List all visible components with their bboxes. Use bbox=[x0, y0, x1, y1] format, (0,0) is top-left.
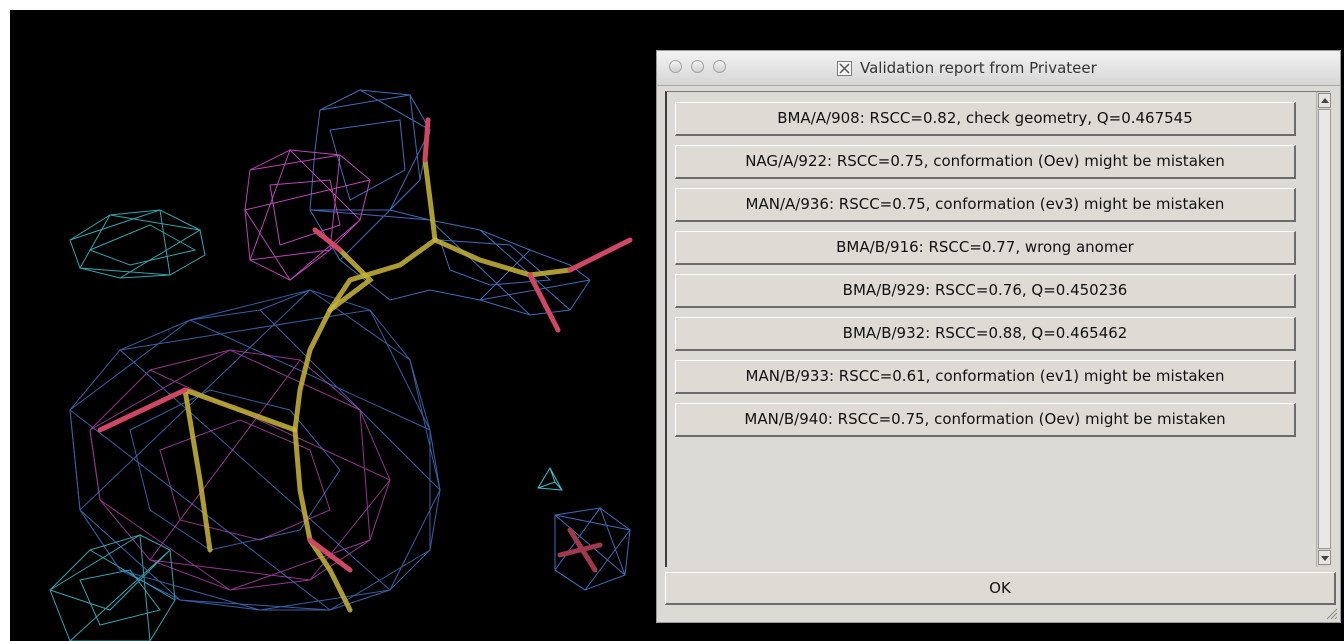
scroll-down-arrow-icon[interactable] bbox=[1318, 550, 1331, 565]
report-item-button[interactable]: MAN/B/933: RSCC=0.61, conformation (ev1)… bbox=[675, 360, 1296, 394]
report-item-button[interactable]: BMA/B/932: RSCC=0.88, Q=0.465462 bbox=[675, 317, 1296, 351]
zoom-button[interactable] bbox=[713, 60, 726, 73]
scroll-up-arrow-icon[interactable] bbox=[1318, 93, 1331, 108]
molecule-bonds bbox=[97, 117, 633, 613]
report-item-button[interactable]: BMA/A/908: RSCC=0.82, check geometry, Q=… bbox=[675, 102, 1296, 136]
report-list: BMA/A/908: RSCC=0.82, check geometry, Q=… bbox=[665, 91, 1331, 567]
vertical-scrollbar[interactable] bbox=[1316, 92, 1331, 567]
density-mesh bbox=[49, 89, 631, 641]
dialog-title: Validation report from Privateer bbox=[860, 59, 1097, 77]
scrollbar-thumb[interactable] bbox=[1318, 109, 1331, 549]
close-button[interactable] bbox=[669, 60, 682, 73]
validation-report-dialog: Validation report from Privateer BMA/A/9… bbox=[656, 50, 1341, 623]
report-item-button[interactable]: BMA/B/929: RSCC=0.76, Q=0.450236 bbox=[675, 274, 1296, 308]
x11-icon bbox=[837, 61, 852, 76]
title-bar[interactable]: Validation report from Privateer bbox=[657, 51, 1340, 86]
minimize-button[interactable] bbox=[691, 60, 704, 73]
resize-grip-icon[interactable] bbox=[1324, 606, 1338, 620]
report-item-button[interactable]: BMA/B/916: RSCC=0.77, wrong anomer bbox=[675, 231, 1296, 265]
ok-button[interactable]: OK bbox=[665, 572, 1336, 605]
report-item-button[interactable]: MAN/B/940: RSCC=0.75, conformation (Oev)… bbox=[675, 403, 1296, 437]
report-item-button[interactable]: NAG/A/922: RSCC=0.75, conformation (Oev)… bbox=[675, 145, 1296, 179]
report-item-button[interactable]: MAN/A/936: RSCC=0.75, conformation (ev3)… bbox=[675, 188, 1296, 222]
